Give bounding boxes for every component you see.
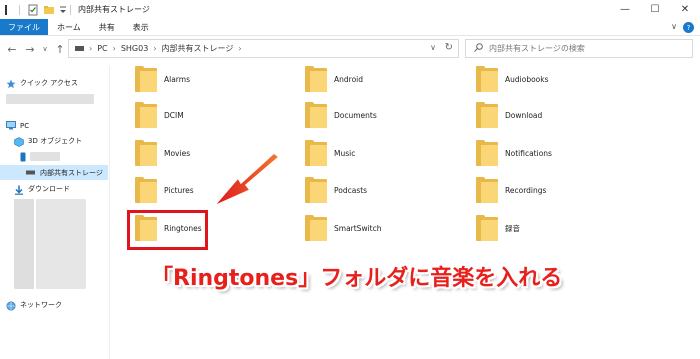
annotation-caption: 「Ringtones」フォルダに音楽を入れる [151, 266, 563, 291]
ringtones-highlight-box [127, 210, 208, 250]
annotation-arrow [213, 152, 281, 207]
